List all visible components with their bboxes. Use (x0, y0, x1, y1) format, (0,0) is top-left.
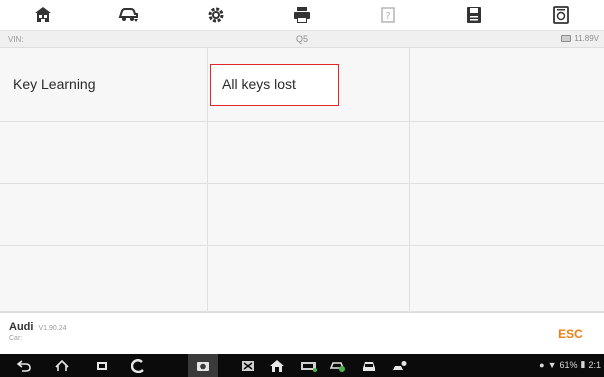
nav-home-app[interactable] (265, 354, 289, 377)
house-icon (270, 359, 284, 372)
brand-info: Audi V1.90.24 (9, 321, 67, 333)
menu-item-all-keys-lost[interactable]: All keys lost (208, 48, 410, 122)
empty-cell (410, 246, 604, 312)
brand-name: Audi (9, 321, 34, 333)
empty-cell (0, 184, 208, 246)
remote-expert-icon (393, 360, 407, 370)
clock: 2:1 (588, 359, 601, 370)
app-c-icon (131, 358, 144, 373)
recents-icon (97, 361, 107, 370)
car-icon (363, 361, 375, 371)
save-icon (467, 7, 482, 23)
wifi-icon: ▼ (547, 359, 557, 370)
footer-bar: Audi V1.90.24 Car: ESC (0, 312, 604, 355)
toolbar-data-logging[interactable] (518, 0, 604, 30)
empty-cell (410, 122, 604, 184)
toolbar-home[interactable] (0, 0, 86, 30)
camera-icon (197, 361, 209, 371)
chat-icon: ● (539, 359, 545, 370)
menu-item-label: Key Learning (13, 76, 96, 92)
top-toolbar: ? (0, 0, 604, 30)
toolbar-save[interactable] (431, 0, 517, 30)
status-area: ● ▼ 61% ▮ 2:1 (539, 359, 601, 370)
toolbar-print[interactable] (259, 0, 345, 30)
data-logging-icon (552, 6, 569, 24)
info-bar: VIN: Q5 11.89V (0, 30, 604, 48)
battery-icon: ▮ (580, 359, 586, 369)
system-nav-bar: ● ▼ 61% ▮ 2:1 (0, 354, 604, 377)
empty-cell (208, 122, 410, 184)
empty-cell (0, 122, 208, 184)
empty-cell (410, 184, 604, 246)
vehicle-swap-icon (119, 8, 139, 22)
menu-item-label: All keys lost (222, 76, 296, 92)
home-icon (35, 7, 52, 22)
vin-label: VIN: (8, 35, 24, 44)
nav-vci[interactable] (236, 354, 260, 377)
model-label: Q5 (295, 34, 309, 44)
toolbar-help[interactable]: ? (345, 0, 431, 30)
vci-status-icon (301, 361, 317, 372)
home-nav-icon (55, 359, 69, 371)
nav-remote-expert[interactable] (388, 354, 412, 377)
empty-cell (410, 48, 604, 122)
car-battery-icon (561, 35, 572, 42)
menu-item-key-learning[interactable]: Key Learning (0, 48, 208, 122)
nav-vehicle-check[interactable] (326, 354, 350, 377)
nav-screenshot[interactable] (188, 354, 218, 377)
car-label: Car: (9, 335, 23, 342)
print-icon (293, 7, 310, 23)
vci-icon (242, 360, 254, 371)
nav-car[interactable] (357, 354, 381, 377)
esc-button[interactable]: ESC (537, 313, 604, 355)
back-icon (17, 359, 31, 372)
settings-icon (208, 7, 224, 23)
nav-back[interactable] (12, 354, 36, 377)
voltage-value: 11.89V (574, 34, 599, 43)
svg-text:?: ? (386, 11, 391, 22)
toolbar-settings[interactable] (173, 0, 259, 30)
empty-cell (208, 184, 410, 246)
vehicle-check-icon (330, 361, 345, 372)
empty-cell (208, 246, 410, 312)
empty-cell (0, 246, 208, 312)
nav-app-shortcut[interactable] (126, 354, 150, 377)
nav-recents[interactable] (90, 354, 114, 377)
voltage-indicator: 11.89V (561, 34, 599, 43)
function-menu-grid: Key Learning All keys lost (0, 48, 604, 312)
battery-percent: 61% (559, 359, 578, 370)
help-icon: ? (381, 7, 395, 23)
toolbar-vehicle-swap[interactable] (86, 0, 172, 30)
software-version: V1.90.24 (38, 325, 67, 332)
nav-vci-status[interactable] (295, 354, 323, 377)
nav-home[interactable] (50, 354, 74, 377)
